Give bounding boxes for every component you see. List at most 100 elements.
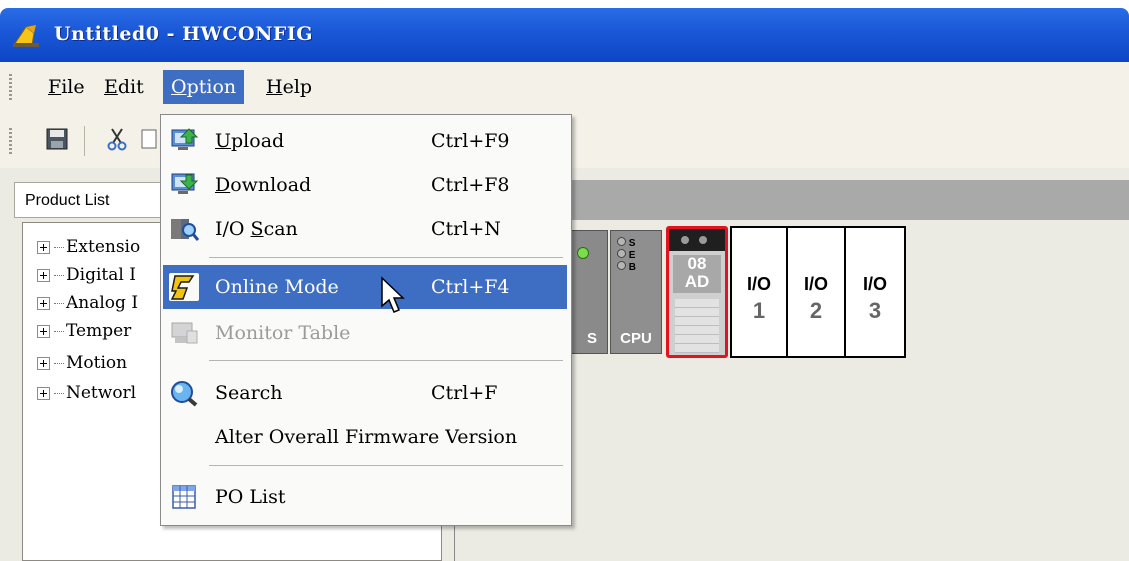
menu-item-alter-firmware[interactable]: Alter Overall Firmware Version	[163, 415, 567, 459]
menu-item-label: Upload	[215, 119, 284, 163]
menu-edit-rest: dit	[117, 76, 144, 98]
menu-item-shortcut: Ctrl+N	[431, 218, 501, 240]
tree-item-network[interactable]: Networl	[37, 379, 136, 407]
tree-item-digital[interactable]: Digital I	[37, 261, 136, 289]
tree-item-extension[interactable]: Extensio	[37, 233, 140, 261]
io-scan-icon	[171, 219, 199, 241]
monitor-table-icon	[171, 322, 198, 344]
tree-line	[54, 247, 64, 248]
label-prefix: I/O	[215, 218, 251, 240]
tree-item-label: Digital I	[66, 265, 136, 285]
menu-help[interactable]: Help	[258, 70, 320, 104]
ad-led	[699, 236, 707, 244]
cpu-label: CPU	[620, 330, 652, 347]
menu-file-rest: ile	[61, 76, 85, 98]
expand-icon[interactable]	[37, 269, 50, 282]
menu-item-search[interactable]: Search Ctrl+F	[163, 371, 567, 415]
tree-item-label: Motion	[66, 353, 128, 373]
download-icon	[171, 173, 199, 194]
io-slot-2[interactable]: I/O 2	[788, 226, 846, 358]
ad-line2: AD	[684, 272, 710, 291]
menu-separator	[209, 257, 563, 258]
ad-terminals	[675, 299, 719, 353]
io-slot-label: I/O	[803, 274, 828, 294]
tree-item-label: Networl	[66, 383, 137, 403]
menu-item-download[interactable]: Download Ctrl+F8	[163, 163, 567, 207]
window-title: Untitled0 - HWCONFIG	[54, 23, 314, 45]
ps-label: S	[586, 330, 597, 347]
io-slot-number: 3	[868, 298, 882, 323]
save-icon[interactable]	[44, 126, 70, 152]
menu-item-po-list[interactable]: PO List	[163, 475, 567, 519]
toolbar-separator	[84, 126, 85, 156]
menu-edit-mnemonic: E	[104, 76, 118, 98]
label-rest: can	[263, 218, 298, 240]
mnemonic: S	[250, 218, 264, 240]
option-menu-dropdown: Upload Ctrl+F9 Download Ctrl+F8 I/O Scan…	[160, 114, 572, 526]
tree-item-label: Temper	[66, 321, 132, 341]
expand-icon[interactable]	[37, 325, 50, 338]
hwconfig-window: Untitled0 - HWCONFIG File Edit Option He…	[0, 0, 1129, 561]
menu-item-shortcut: Ctrl+F8	[431, 174, 510, 196]
menu-item-online-mode[interactable]: Online Mode Ctrl+F4	[163, 265, 567, 309]
menu-option-rest: ption	[186, 76, 237, 98]
mouse-cursor-icon	[381, 276, 405, 313]
tree-line	[54, 393, 64, 394]
menu-item-shortcut: Ctrl+F	[431, 382, 498, 404]
menu-item-label: PO List	[215, 486, 286, 508]
tree-line	[54, 303, 64, 304]
tree-item-analog[interactable]: Analog I	[37, 289, 138, 317]
io-slot-number: 1	[752, 298, 766, 323]
cpu-led-panel: S E B	[617, 237, 657, 273]
mnemonic: D	[215, 174, 231, 196]
upload-icon	[171, 128, 199, 150]
ad-module-selected[interactable]: 08 AD	[666, 226, 728, 358]
tree-item-label: Extensio	[66, 237, 141, 257]
power-supply-module[interactable]: S	[568, 230, 608, 354]
menu-edit[interactable]: Edit	[96, 70, 152, 104]
online-mode-icon	[169, 273, 199, 301]
cpu-led-e: E	[617, 249, 657, 261]
cut-icon[interactable]	[104, 126, 130, 152]
tree-line	[54, 275, 64, 276]
expand-icon[interactable]	[37, 241, 50, 254]
menu-item-label: Online Mode	[215, 276, 339, 298]
io-slot-1[interactable]: I/O 1	[730, 226, 788, 358]
cpu-led-b: B	[617, 261, 657, 273]
menu-item-monitor-table[interactable]: Monitor Table	[163, 311, 567, 355]
cpu-led-s: S	[617, 237, 657, 249]
ad-led	[681, 236, 689, 244]
title-bar[interactable]: Untitled0 - HWCONFIG	[0, 8, 1129, 62]
menubar-grip[interactable]	[9, 74, 12, 102]
tree-line	[54, 363, 64, 364]
menu-option[interactable]: Option	[163, 70, 245, 104]
menu-file-mnemonic: F	[48, 76, 62, 98]
menu-help-rest: elp	[282, 76, 313, 98]
cpu-module[interactable]: S E B CPU	[610, 230, 662, 354]
expand-icon[interactable]	[37, 357, 50, 370]
product-list-tab[interactable]: Product List	[14, 182, 164, 218]
tree-item-label: Analog I	[66, 293, 139, 313]
expand-icon[interactable]	[37, 387, 50, 400]
po-list-icon	[172, 485, 196, 509]
cpu-led-label: S	[628, 238, 636, 249]
menu-item-io-scan[interactable]: I/O Scan Ctrl+N	[163, 207, 567, 251]
menu-separator	[209, 360, 563, 361]
menu-item-shortcut: Ctrl+F4	[431, 276, 510, 298]
toolbar-grip[interactable]	[9, 128, 12, 156]
menu-bar: File Edit Option Help	[0, 62, 1129, 115]
expand-icon[interactable]	[37, 297, 50, 310]
label-rest: ownload	[230, 174, 312, 196]
io-slot-number: 2	[809, 298, 823, 323]
ad-module-label: 08 AD	[673, 255, 721, 293]
ad-module-top	[669, 229, 725, 251]
tree-item-temperature[interactable]: Temper	[37, 317, 131, 345]
menu-item-label: Search	[215, 382, 283, 404]
cpu-led-label: E	[628, 250, 636, 261]
menu-item-upload[interactable]: Upload Ctrl+F9	[163, 119, 567, 163]
menu-item-label: I/O Scan	[215, 207, 298, 251]
tree-item-motion[interactable]: Motion	[37, 349, 127, 377]
io-slot-3[interactable]: I/O 3	[846, 226, 906, 358]
menu-file[interactable]: File	[40, 70, 93, 104]
label-rest: pload	[231, 130, 285, 152]
